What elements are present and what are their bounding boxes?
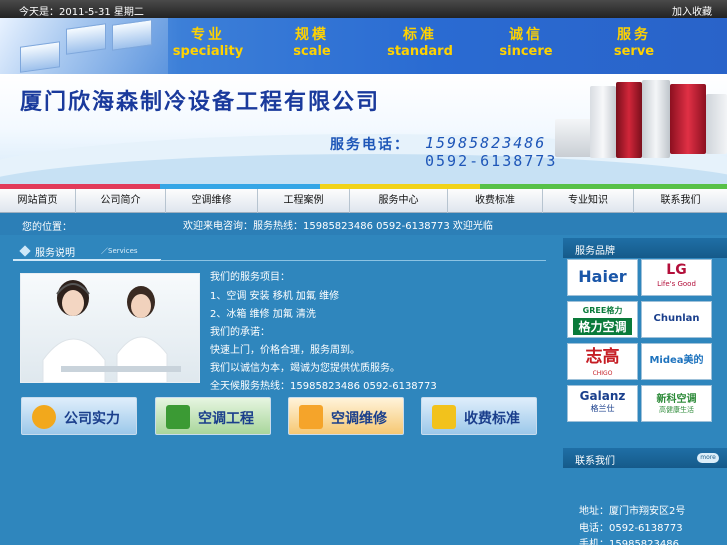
slogan-sincere: 诚信 sincere xyxy=(499,27,553,59)
feature-pricing[interactable]: 收费标准 xyxy=(421,397,537,435)
nav-home[interactable]: 网站首页 xyxy=(0,189,76,213)
breadcrumb-label: 您的位置： xyxy=(22,222,72,233)
phone-number-mobile: 15985823486 xyxy=(425,134,547,152)
nav-ac-repair[interactable]: 空调维修 xyxy=(166,189,258,213)
operators-illustration xyxy=(42,280,181,382)
slogan-serve: 服务 serve xyxy=(613,27,655,59)
phone-label: 服务电话： xyxy=(330,137,410,153)
banner-main: 厦门欣海森制冷设备工程有限公司 服务电话： 15985823486 0592-6… xyxy=(0,74,727,184)
brand-midea[interactable]: Midea美的 xyxy=(641,343,712,380)
more-button[interactable]: more xyxy=(697,453,719,463)
fridge-graphic xyxy=(590,86,616,158)
nav-cases[interactable]: 工程案例 xyxy=(258,189,350,213)
brand-chunlan[interactable]: Chunlan xyxy=(641,301,712,338)
slogan-speciality: 专业 speciality xyxy=(172,27,244,59)
brand-gree[interactable]: GREE格力 格力空调 xyxy=(567,301,638,338)
phone-number-landline: 0592-6138773 xyxy=(425,152,558,170)
fridge-graphic xyxy=(642,80,670,158)
top-bar: 今天是：2011-5-31 星期二 加入收藏 xyxy=(0,0,727,18)
brand-haier[interactable]: Haier xyxy=(567,259,638,296)
monitor-screens-graphic xyxy=(0,18,168,74)
description-line: 2、冰箱 维修 加氟 清洗 xyxy=(210,309,316,320)
document-icon xyxy=(432,405,456,429)
contact-phone: 电话：0592-6138773 xyxy=(579,523,683,534)
slogan-scale: 规模 scale xyxy=(293,27,331,59)
description-line: 全天候服务热线：15985823486 0592-6138773 xyxy=(210,381,437,392)
screen-shape xyxy=(66,23,106,55)
pencil-icon xyxy=(299,405,323,429)
feature-company-strength[interactable]: 公司实力 xyxy=(21,397,137,435)
description-line: 1、空调 安装 移机 加氟 维修 xyxy=(210,291,340,302)
feature-ac-engineering[interactable]: 空调工程 xyxy=(155,397,271,435)
customer-service-photo xyxy=(20,273,200,383)
nav-contact[interactable]: 联系我们 xyxy=(634,189,727,213)
description-line: 我们的承诺： xyxy=(210,327,270,338)
company-name: 厦门欣海森制冷设备工程有限公司 xyxy=(20,89,381,115)
washing-machine-graphic xyxy=(555,119,595,157)
brand-lg[interactable]: LG Life's Good xyxy=(641,259,712,296)
nav-knowledge[interactable]: 专业知识 xyxy=(543,189,634,213)
section-title: 服务说明 ／Services xyxy=(13,241,161,261)
nav-service-center[interactable]: 服务中心 xyxy=(350,189,448,213)
brand-galanz[interactable]: Galanz 格兰仕 xyxy=(567,385,638,422)
contact-address: 地址：厦门市翔安区2号 xyxy=(579,506,686,517)
slogan-standard: 标准 standard xyxy=(387,27,453,59)
marquee-text: 欢迎来电咨询：服务热线：15985823486 0592-6138773 欢迎光… xyxy=(183,221,493,232)
brands-header: 服务品牌 xyxy=(563,238,727,258)
nav-pricing[interactable]: 收费标准 xyxy=(448,189,543,213)
feature-ac-repair[interactable]: 空调维修 xyxy=(288,397,404,435)
add-favorite-link[interactable]: 加入收藏 xyxy=(672,3,712,18)
air-conditioner-graphic xyxy=(706,94,727,154)
brand-shinco[interactable]: 新科空调 高健康生活 xyxy=(641,385,712,422)
globe-icon xyxy=(32,405,56,429)
screen-shape xyxy=(112,19,152,51)
description-line: 我们以诚信为本，竭诚为您提供优质服务。 xyxy=(210,363,400,374)
description-line: 我们的服务项目： xyxy=(210,272,290,283)
brand-chigo[interactable]: 志高 CHIGO xyxy=(567,343,638,380)
diamond-icon xyxy=(19,245,31,257)
main-nav: 网站首页 公司简介 空调维修 工程案例 服务中心 收费标准 专业知识 联系我们 xyxy=(0,189,727,213)
date-text: 今天是：2011-5-31 星期二 xyxy=(19,7,144,18)
banner-slogan-bar: 专业 speciality 规模 scale 标准 standard 诚信 sincer… xyxy=(0,18,727,74)
checkmark-icon xyxy=(166,405,190,429)
notice-bar: 您的位置： 欢迎来电咨询：服务热线：15985823486 0592-61387… xyxy=(0,213,727,235)
screen-shape xyxy=(20,41,60,73)
air-conditioner-graphic xyxy=(670,84,706,154)
fridge-red-graphic xyxy=(616,82,642,158)
contact-mobile: 手机：15985823486 xyxy=(579,539,679,545)
nav-about[interactable]: 公司简介 xyxy=(76,189,166,213)
description-line: 快速上门，价格合理，服务周到。 xyxy=(210,345,360,356)
divider xyxy=(160,260,546,261)
